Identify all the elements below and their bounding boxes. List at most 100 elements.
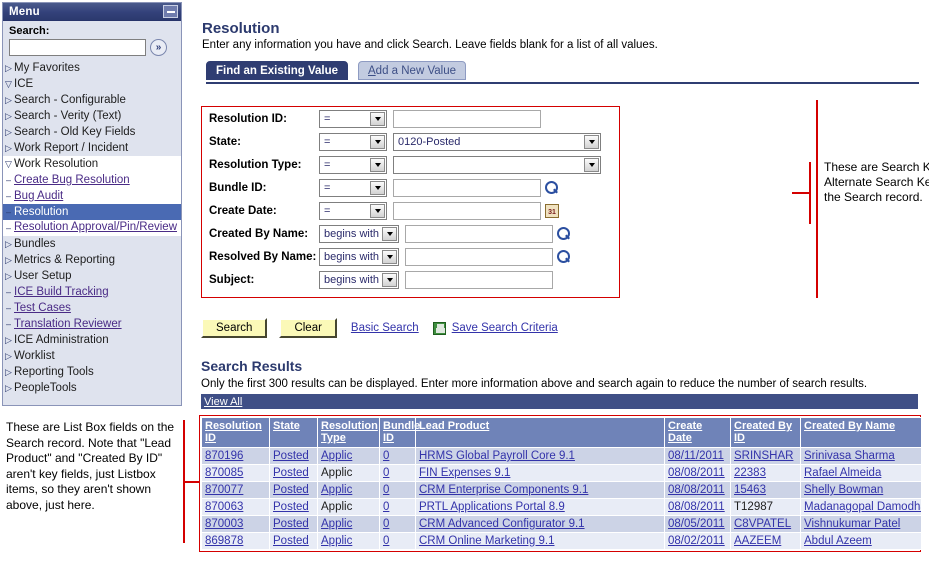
cell-lead-product[interactable]: PRTL Applications Portal 8.9: [415, 498, 665, 516]
column-header-bundle-id[interactable]: Bundle ID: [379, 417, 420, 448]
search-lookup-icon[interactable]: [557, 226, 571, 241]
search-button[interactable]: Search: [201, 318, 268, 338]
cell-lead-product[interactable]: CRM Advanced Configurator 9.1: [415, 515, 665, 533]
link-bundle-id[interactable]: 0: [383, 484, 389, 496]
link-create-date[interactable]: 08/08/2011: [668, 467, 725, 479]
link-create-date[interactable]: 08/02/2011: [668, 535, 725, 547]
link-lead-product[interactable]: PRTL Applications Portal 8.9: [419, 501, 565, 513]
column-header-state[interactable]: State: [269, 417, 318, 448]
cell-created-by-name[interactable]: Shelly Bowman: [800, 481, 922, 499]
tab-add-new-value[interactable]: Add a New Value: [358, 61, 467, 80]
cell-state[interactable]: Posted: [269, 464, 318, 482]
cell-lead-product[interactable]: FIN Expenses 9.1: [415, 464, 665, 482]
link-created-by-id[interactable]: 22383: [734, 467, 766, 479]
value-input-create-date[interactable]: [393, 201, 541, 220]
link-lead-product[interactable]: CRM Enterprise Components 9.1: [419, 484, 588, 496]
value-input-subject[interactable]: [405, 270, 553, 289]
sidebar-item-my-favorites[interactable]: ▷ My Favorites: [3, 60, 181, 76]
double-chevron-right-icon[interactable]: »: [150, 39, 167, 56]
cell-resolution-type[interactable]: Applic: [317, 447, 380, 465]
link-resolution-type[interactable]: Applic: [321, 484, 352, 496]
link-state[interactable]: Posted: [273, 484, 309, 496]
sidebar-item-search-old-key-fields[interactable]: ▷ Search - Old Key Fields: [3, 124, 181, 140]
view-all-link[interactable]: View All: [201, 396, 242, 408]
cell-created-by-id[interactable]: AAZEEM: [730, 532, 801, 550]
sidebar-item-create-bug-resolution[interactable]: – Create Bug Resolution: [3, 172, 181, 188]
link-created-by-name[interactable]: Abdul Azeem: [804, 535, 872, 547]
link-created-by-id[interactable]: AAZEEM: [734, 535, 781, 547]
link-resolution-id[interactable]: 870085: [205, 467, 243, 479]
cell-bundle-id[interactable]: 0: [379, 481, 416, 499]
cell-lead-product[interactable]: CRM Online Marketing 9.1: [415, 532, 665, 550]
cell-create-date[interactable]: 08/02/2011: [664, 532, 731, 550]
sidebar-item-test-cases[interactable]: – Test Cases: [3, 300, 181, 316]
basic-search-link[interactable]: Basic Search: [351, 322, 419, 334]
link-bundle-id[interactable]: 0: [383, 535, 389, 547]
search-lookup-icon[interactable]: [557, 249, 571, 264]
cell-create-date[interactable]: 08/05/2011: [664, 515, 731, 533]
sidebar-item-translation-reviewer[interactable]: – Translation Reviewer: [3, 316, 181, 332]
sidebar-item-bug-audit[interactable]: – Bug Audit: [3, 188, 181, 204]
link-resolution-type[interactable]: Applic: [321, 450, 352, 462]
operator-select-state[interactable]: =: [319, 132, 387, 151]
operator-select-resolution-id[interactable]: =: [319, 109, 387, 128]
sidebar-item-bundles[interactable]: ▷ Bundles: [3, 236, 181, 252]
column-header-lead-product[interactable]: Lead Product: [415, 417, 665, 448]
link-bundle-id[interactable]: 0: [383, 450, 389, 462]
cell-resolution-id[interactable]: 870085: [201, 464, 270, 482]
link-create-date[interactable]: 08/08/2011: [668, 501, 725, 513]
cell-resolution-type[interactable]: Applic: [317, 515, 380, 533]
value-input-resolution-id[interactable]: [393, 109, 541, 128]
link-state[interactable]: Posted: [273, 450, 309, 462]
sidebar-item-resolution[interactable]: – Resolution: [3, 204, 181, 220]
value-input-resolved-by-name[interactable]: [405, 247, 553, 266]
cell-created-by-id[interactable]: SRINSHAR: [730, 447, 801, 465]
sidebar-item-resolution-approval-pin-review[interactable]: – Resolution Approval/Pin/Review: [3, 220, 181, 236]
cell-create-date[interactable]: 08/08/2011: [664, 481, 731, 499]
search-lookup-icon[interactable]: [545, 180, 559, 195]
link-resolution-id[interactable]: 870003: [205, 518, 243, 530]
cell-created-by-name[interactable]: Srinivasa Sharma: [800, 447, 922, 465]
cell-create-date[interactable]: 08/11/2011: [664, 447, 731, 465]
link-lead-product[interactable]: HRMS Global Payroll Core 9.1: [419, 450, 575, 462]
link-resolution-type[interactable]: Applic: [321, 518, 352, 530]
cell-bundle-id[interactable]: 0: [379, 515, 416, 533]
sidebar-item-work-report-incident[interactable]: ▷ Work Report / Incident: [3, 140, 181, 156]
cell-resolution-type[interactable]: Applic: [317, 532, 380, 550]
cell-bundle-id[interactable]: 0: [379, 447, 416, 465]
operator-select-bundle-id[interactable]: =: [319, 178, 387, 197]
link-state[interactable]: Posted: [273, 501, 309, 513]
tab-find-existing-value[interactable]: Find an Existing Value: [206, 61, 349, 80]
link-create-date[interactable]: 08/08/2011: [668, 484, 725, 496]
link-lead-product[interactable]: CRM Advanced Configurator 9.1: [419, 518, 585, 530]
link-created-by-id[interactable]: SRINSHAR: [734, 450, 793, 462]
operator-select-resolution-type[interactable]: =: [319, 155, 387, 174]
sidebar-item-reporting-tools[interactable]: ▷ Reporting Tools: [3, 364, 181, 380]
cell-resolution-type[interactable]: Applic: [317, 481, 380, 499]
cell-created-by-name[interactable]: Vishnukumar Patel: [800, 515, 922, 533]
sidebar-item-ice-build-tracking[interactable]: – ICE Build Tracking: [3, 284, 181, 300]
column-header-resolution-type[interactable]: Resolution Type: [317, 417, 380, 448]
menu-search-input[interactable]: [9, 39, 146, 56]
cell-state[interactable]: Posted: [269, 515, 318, 533]
link-bundle-id[interactable]: 0: [383, 467, 389, 479]
sidebar-item-work-resolution[interactable]: ▽ Work Resolution: [3, 156, 181, 172]
cell-lead-product[interactable]: HRMS Global Payroll Core 9.1: [415, 447, 665, 465]
cell-created-by-name[interactable]: Abdul Azeem: [800, 532, 922, 550]
link-create-date[interactable]: 08/11/2011: [668, 450, 724, 462]
link-bundle-id[interactable]: 0: [383, 518, 389, 530]
column-header-created-by-name[interactable]: Created By Name: [800, 417, 922, 448]
link-resolution-id[interactable]: 870063: [205, 501, 243, 513]
operator-select-resolved-by-name[interactable]: begins with: [319, 247, 399, 266]
cell-created-by-id[interactable]: 15463: [730, 481, 801, 499]
link-lead-product[interactable]: FIN Expenses 9.1: [419, 467, 510, 479]
cell-created-by-name[interactable]: Madanagopal Damodharan: [800, 498, 922, 516]
cell-state[interactable]: Posted: [269, 532, 318, 550]
cell-created-by-name[interactable]: Rafael Almeida: [800, 464, 922, 482]
sidebar-item-metrics-reporting[interactable]: ▷ Metrics & Reporting: [3, 252, 181, 268]
link-resolution-type[interactable]: Applic: [321, 535, 352, 547]
cell-resolution-id[interactable]: 870003: [201, 515, 270, 533]
cell-bundle-id[interactable]: 0: [379, 464, 416, 482]
cell-bundle-id[interactable]: 0: [379, 532, 416, 550]
cell-create-date[interactable]: 08/08/2011: [664, 498, 731, 516]
